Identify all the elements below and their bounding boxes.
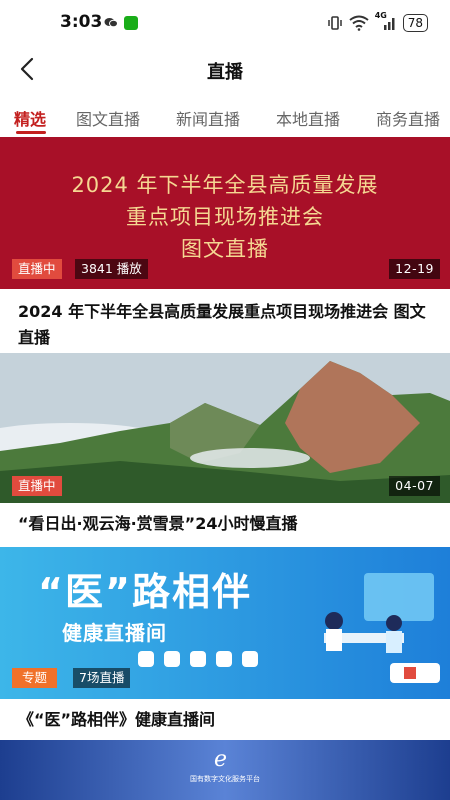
live-title: 2024 年下半年全县高质量发展重点项目现场推进会 图文直播 [18,302,426,347]
vibrate-icon [327,16,342,30]
tab-graphic-live[interactable]: 图文直播 [76,106,140,130]
live-card[interactable]: e 国有数字文化服务平台 [0,740,450,800]
medical-kit-icon [190,651,206,667]
live-thumbnail: e 国有数字文化服务平台 [0,740,450,800]
pills-icon [164,651,180,667]
live-status-badge: 直播中 [12,476,62,496]
date-badge: 04-07 [389,476,440,496]
tab-news-live[interactable]: 新闻直播 [176,106,240,130]
banner-subtitle: 健康直播间 [62,621,167,645]
date-badge: 12-19 [389,259,440,279]
doctor-consultation-illustration [324,573,440,683]
view-count-badge: 3841 播放 [75,259,148,279]
banner-text-line: 图文直播 [181,237,269,261]
live-card[interactable]: 2024 年下半年全县高质量发展 重点项目现场推进会 图文直播 直播中 3841… [0,137,450,351]
tab-featured[interactable]: 精选 [14,106,46,130]
wifi-icon [349,15,369,31]
mountain-landscape-image [0,353,450,503]
live-card[interactable]: 直播中 04-07 “看日出·观云海·赏雪景”24小时慢直播 [0,353,450,537]
status-bar: 3:03 4G 78 [0,0,450,44]
status-icons: 4G 78 [327,11,428,34]
battery-indicator: 78 [402,14,428,32]
topic-thumbnail: “医”路相伴 健康直播间 专题 7场直播 [0,547,450,699]
live-status-badge: 直播中 [12,259,62,279]
wechat-notification-icon [104,18,118,28]
health-icons-row [138,651,258,667]
svg-text:e: e [214,747,227,770]
tab-business-live[interactable]: 商务直播 [376,106,440,130]
banner-title: “医”路相伴 [38,570,252,614]
cellular-signal-icon: 4G [375,11,397,31]
syringe-icon [242,651,258,667]
live-count-badge: 7场直播 [73,668,131,688]
topic-title: 《“医”路相伴》健康直播间 [18,710,216,729]
page-title: 直播 [207,62,243,83]
category-tabs: 精选 图文直播 新闻直播 本地直播 商务直播 [0,100,450,136]
live-title: “看日出·观云海·赏雪景”24小时慢直播 [18,514,298,533]
platform-logo: e [214,747,227,770]
tab-local-live[interactable]: 本地直播 [276,106,340,130]
stethoscope-icon [138,651,154,667]
banner-text-line: 2024 年下半年全县高质量发展 [71,173,379,197]
live-thumbnail: 2024 年下半年全县高质量发展 重点项目现场推进会 图文直播 直播中 3841… [0,137,450,289]
live-thumbnail: 直播中 04-07 [0,353,450,503]
banner-text: 国有数字文化服务平台 [190,775,260,783]
topic-badge: 专题 [12,668,58,688]
status-time: 3:03 [60,12,103,32]
top-bar: 直播 [0,50,450,90]
app-notification-icon [124,16,138,30]
banner-text-line: 重点项目现场推进会 [126,205,324,229]
ambulance-icon [216,651,232,667]
active-tab-indicator [16,131,46,134]
topic-card[interactable]: “医”路相伴 健康直播间 专题 7场直播 《“医”路相伴》健康直播间 [0,547,450,733]
